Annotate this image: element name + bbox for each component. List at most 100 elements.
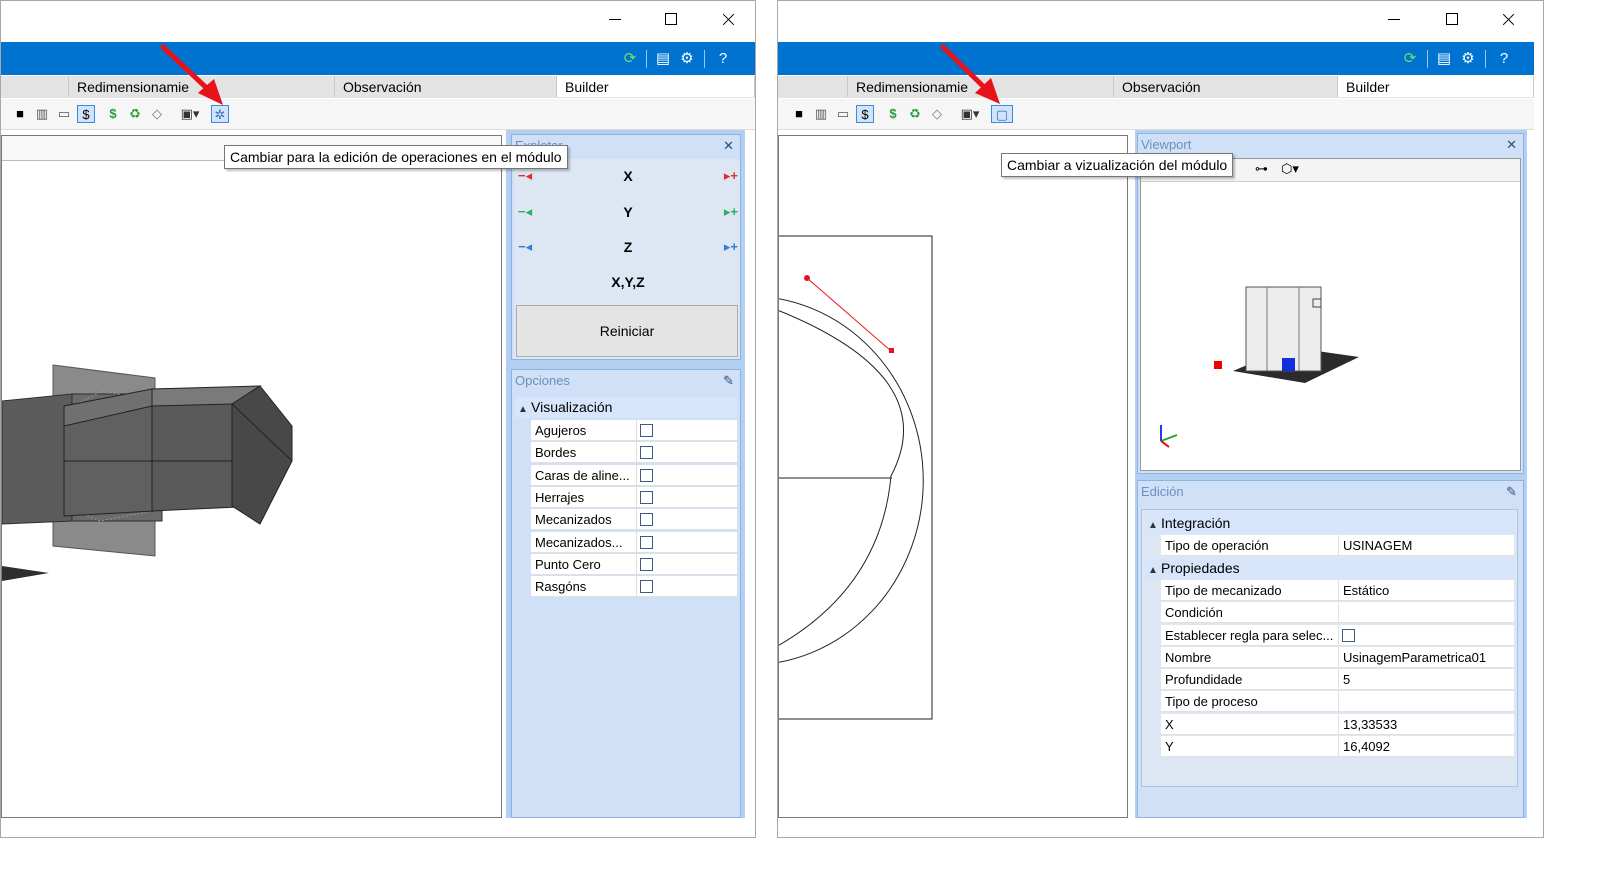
cube-icon[interactable]: ■ [11,105,29,123]
layout-icon[interactable]: ▤ [1433,49,1455,69]
option-row[interactable]: Herrajes [531,486,737,509]
option-row[interactable]: Agujeros [531,420,737,442]
property-row[interactable]: Establecer regla para selec... [1161,624,1514,647]
group-visualizacion[interactable]: ▲ Visualización [515,397,737,418]
maximize-button[interactable] [651,7,691,31]
chevron-up-icon[interactable]: ▲ [515,399,531,420]
help-icon[interactable]: ? [1493,49,1515,69]
settings-icon[interactable]: ⚙ [676,49,698,69]
option-checkbox[interactable] [640,490,653,504]
explode-z-button[interactable]: −◂ Z ▸+ [514,230,742,264]
option-checkbox[interactable] [640,513,653,527]
tab-partial[interactable] [778,76,848,97]
explode-y-button[interactable]: −◂ Y ▸+ [514,195,742,229]
maximize-button[interactable] [1432,7,1472,31]
3d-viewport[interactable] [1,135,502,818]
pin-icon[interactable]: ✎ [723,370,734,392]
recycle-icon[interactable]: ♻ [906,105,924,123]
option-checkbox[interactable] [640,580,653,594]
viewport-panel: Viewport ✕ ⊶ ⬡▾ [1137,133,1524,474]
option-row[interactable]: Mecanizados [531,509,737,531]
group-header[interactable]: ▲ Integración [1145,513,1514,534]
close-panel-icon[interactable]: ✕ [1506,134,1517,156]
arrow-right-blue-icon[interactable]: ▸+ [724,230,738,264]
tab-partial[interactable] [1,76,69,97]
properties-grid: ▲ Integración Tipo de operación USINAGEM ▲ Pr… [1141,509,1518,787]
arrow-left-blue-icon[interactable]: −◂ [518,230,532,264]
2d-viewport[interactable] [778,135,1128,818]
property-checkbox[interactable] [1342,628,1355,642]
property-label: Profundidade [1161,669,1338,691]
property-value[interactable]: 5 [1338,669,1514,691]
dollar-icon[interactable]: $ [104,105,122,123]
option-checkbox[interactable] [640,535,653,549]
property-value[interactable] [1338,602,1514,624]
property-label: Establecer regla para selec... [1161,624,1338,646]
property-row[interactable]: Condición [1161,602,1514,624]
group-header[interactable]: ▲ Propiedades [1145,557,1514,581]
option-row[interactable]: Rasgóns [531,576,737,598]
property-value[interactable]: 13,33533 [1338,713,1514,735]
property-row[interactable]: Profundidade 5 [1161,669,1514,691]
price-tag-icon[interactable]: $ [77,105,95,123]
option-checkbox[interactable] [640,446,653,460]
pin-icon[interactable]: ✎ [1506,481,1517,503]
option-checkbox[interactable] [640,468,653,482]
refresh-icon[interactable]: ⟳ [619,49,641,69]
recycle-icon[interactable]: ♻ [126,105,144,123]
option-row[interactable]: Punto Cero [531,553,737,576]
arrow-right-red-icon[interactable]: ▸+ [724,159,738,193]
property-value[interactable]: 16,4092 [1338,736,1514,757]
property-label: Tipo de proceso [1161,691,1338,713]
property-value[interactable]: USINAGEM [1338,535,1514,557]
cabinet-icon[interactable]: ▥ [812,105,830,123]
tab-observacion[interactable]: Observación [1114,76,1338,97]
close-panel-icon[interactable]: ✕ [723,135,734,157]
help-icon[interactable]: ? [712,49,734,69]
tab-builder[interactable]: Builder [557,76,755,97]
property-row[interactable]: Y 16,4092 [1161,736,1514,758]
group-label: Propiedades [1161,559,1240,576]
minimize-button[interactable] [1374,7,1414,31]
cube-icon[interactable]: ■ [790,105,808,123]
explode-xyz-button[interactable]: X,Y,Z [514,265,742,299]
arrow-left-green-icon[interactable]: −◂ [518,195,532,229]
property-row[interactable]: Tipo de mecanizado Estático [1161,579,1514,602]
close-button[interactable] [709,7,749,31]
property-label: Condición [1161,602,1338,624]
property-value[interactable]: UsinagemParametrica01 [1338,646,1514,668]
orbit-icon[interactable]: ⊶ [1255,161,1268,177]
refresh-icon[interactable]: ⟳ [1399,49,1421,69]
option-row[interactable]: Caras de aline... [531,464,737,487]
minimize-button[interactable] [595,7,635,31]
close-button[interactable] [1489,7,1529,31]
option-row[interactable]: Mecanizados... [531,531,737,554]
option-checkbox[interactable] [640,424,653,437]
property-row[interactable]: Nombre UsinagemParametrica01 [1161,646,1514,669]
reset-button[interactable]: Reiniciar [516,305,738,357]
dollar-icon[interactable]: $ [884,105,902,123]
option-label: Caras de aline... [531,464,636,486]
property-value[interactable] [1338,624,1514,646]
cube-view-dropdown-icon[interactable]: ⬡▾ [1281,161,1299,177]
option-checkbox[interactable] [640,557,653,571]
arrow-right-green-icon[interactable]: ▸+ [724,195,738,229]
option-row[interactable]: Bordes [531,442,737,464]
cabinet-icon[interactable]: ▥ [33,105,51,123]
chevron-up-icon[interactable]: ▲ [1145,515,1161,536]
panel-icon[interactable]: ▭ [55,105,73,123]
left-window: ⟳ ▤ ⚙ ? Redimensionamie Observación Buil… [0,0,756,838]
price-tag-icon[interactable]: $ [856,105,874,123]
panel-icon[interactable]: ▭ [834,105,852,123]
property-row[interactable]: Tipo de operación USINAGEM [1161,535,1514,557]
property-value[interactable]: Estático [1338,579,1514,601]
tab-observacion[interactable]: Observación [335,76,557,97]
property-value[interactable] [1338,691,1514,713]
chevron-up-icon[interactable]: ▲ [1145,560,1161,581]
tab-builder[interactable]: Builder [1338,76,1534,97]
property-row[interactable]: Tipo de proceso [1161,691,1514,713]
layout-icon[interactable]: ▤ [652,49,674,69]
settings-icon[interactable]: ⚙ [1457,49,1479,69]
viewport-panel-body[interactable]: ⊶ ⬡▾ [1140,158,1521,471]
property-row[interactable]: X 13,33533 [1161,713,1514,736]
